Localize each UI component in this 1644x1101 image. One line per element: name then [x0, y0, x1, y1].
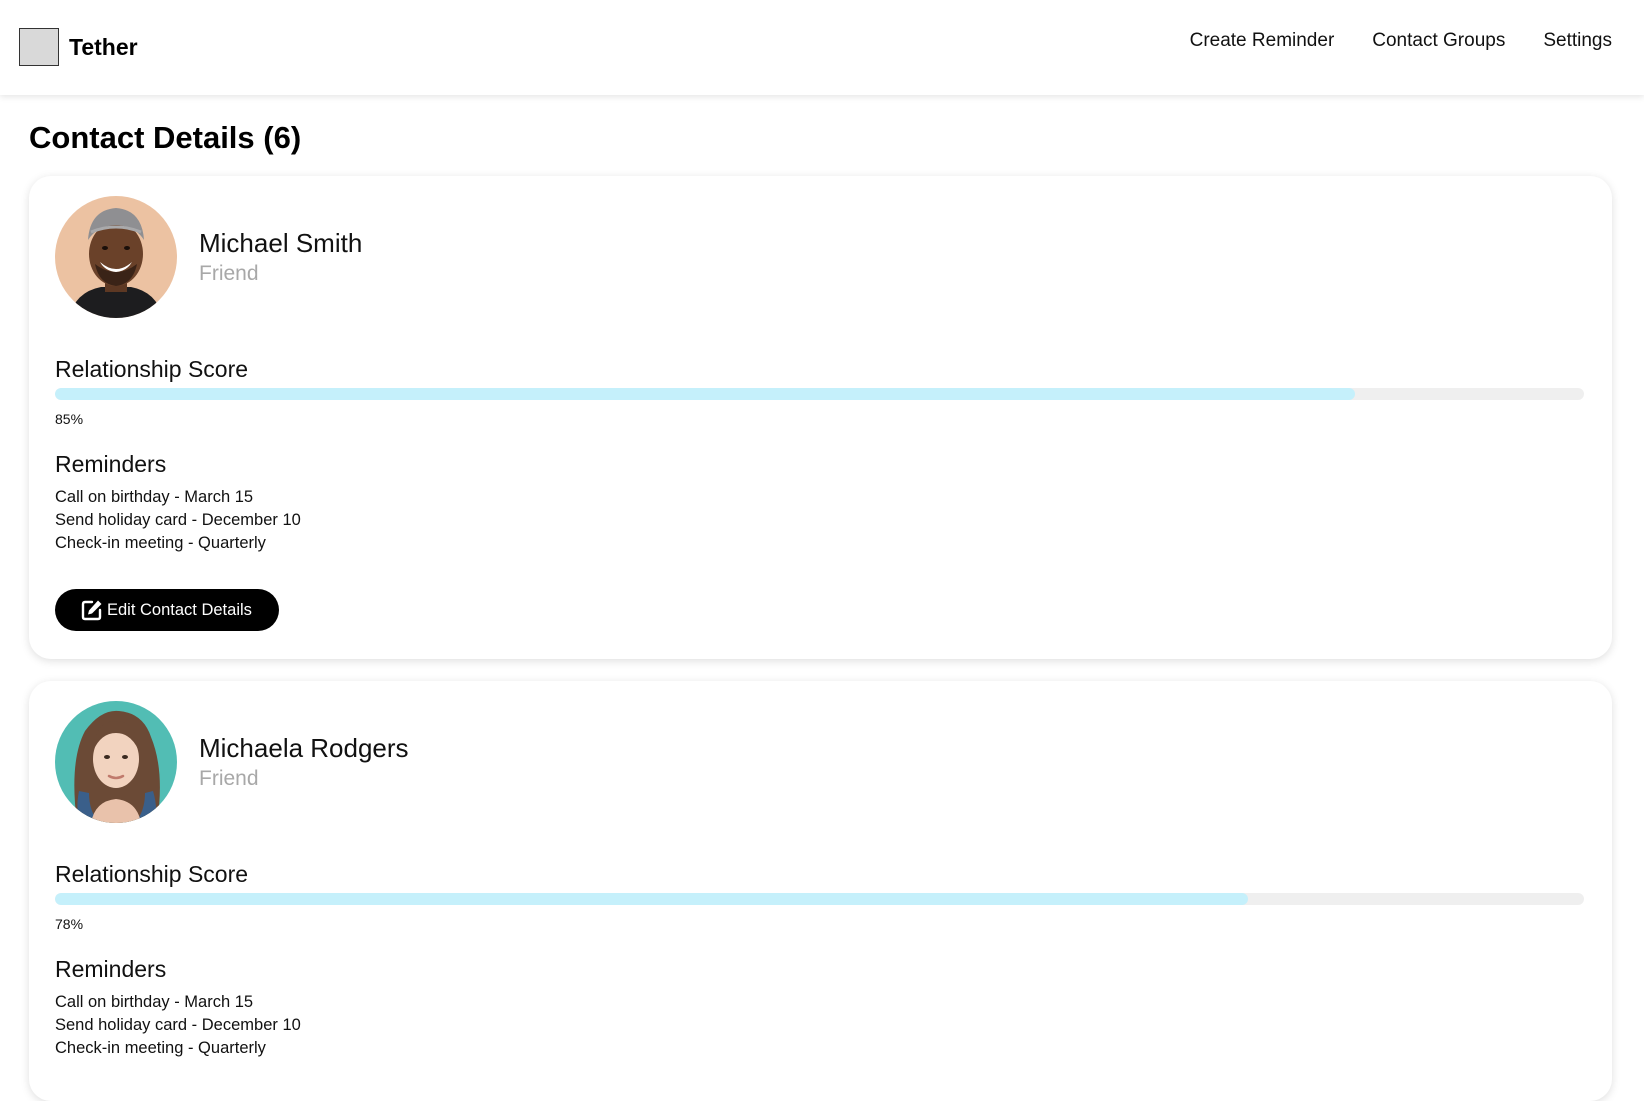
contact-card: Michaela Rodgers Friend Relationship Sco… — [29, 681, 1612, 1101]
top-navbar: Tether Create Reminder Contact Groups Se… — [0, 0, 1644, 95]
edit-icon — [81, 599, 103, 621]
brand[interactable]: Tether — [19, 28, 138, 66]
relationship-score-label: Relationship Score — [55, 861, 249, 887]
avatar — [55, 701, 177, 823]
reminder-item: Send holiday card - December 10 — [55, 1016, 301, 1034]
reminder-item: Send holiday card - December 10 — [55, 511, 301, 529]
relationship-score-bar — [55, 388, 1584, 400]
reminder-item: Call on birthday - March 15 — [55, 488, 254, 506]
logo-placeholder — [19, 28, 59, 66]
relationship-score-label: Relationship Score — [55, 356, 249, 382]
relationship-score-fill — [55, 388, 1355, 400]
relationship-score-value: 78% — [55, 916, 84, 932]
nav-links: Create Reminder Contact Groups Settings — [1190, 30, 1612, 52]
contact-relationship: Friend — [199, 767, 259, 790]
reminder-item: Call on birthday - March 15 — [55, 993, 254, 1011]
nav-contact-groups[interactable]: Contact Groups — [1372, 30, 1505, 52]
edit-contact-label: Edit Contact Details — [107, 600, 252, 619]
reminders-title: Reminders — [55, 451, 167, 477]
brand-name: Tether — [69, 33, 138, 60]
reminder-item: Check-in meeting - Quarterly — [55, 1039, 266, 1057]
edit-contact-button[interactable]: Edit Contact Details — [55, 589, 279, 631]
avatar-man-image — [55, 196, 177, 318]
relationship-score-fill — [55, 893, 1248, 905]
relationship-score-bar — [55, 893, 1584, 905]
relationship-score-value: 85% — [55, 411, 84, 427]
contact-card: Michael Smith Friend Relationship Score … — [29, 176, 1612, 659]
contact-name: Michael Smith — [199, 228, 363, 258]
reminders-title: Reminders — [55, 956, 167, 982]
avatar — [55, 196, 177, 318]
contact-relationship: Friend — [199, 262, 259, 285]
nav-settings[interactable]: Settings — [1543, 30, 1612, 52]
reminder-item: Check-in meeting - Quarterly — [55, 534, 266, 552]
reminders-list: Call on birthday - March 15 Send holiday… — [55, 991, 301, 1060]
contact-name: Michaela Rodgers — [199, 733, 409, 763]
reminders-list: Call on birthday - March 15 Send holiday… — [55, 486, 301, 555]
avatar-woman-image — [55, 701, 177, 823]
nav-create-reminder[interactable]: Create Reminder — [1190, 30, 1335, 52]
page-title: Contact Details (6) — [29, 120, 302, 155]
